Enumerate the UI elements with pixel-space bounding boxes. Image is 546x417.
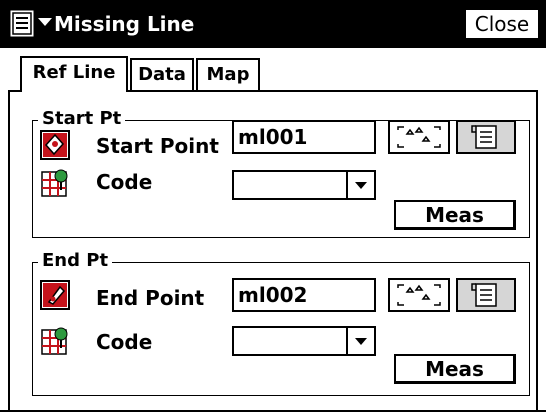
code-icon xyxy=(40,326,70,356)
end-point-group-title: End Pt xyxy=(38,252,113,270)
tab-map[interactable]: Map xyxy=(196,58,260,90)
window-title: Missing Line xyxy=(54,12,195,36)
chevron-down-icon[interactable] xyxy=(38,14,52,28)
point-icon xyxy=(40,130,70,160)
end-point-input[interactable]: ml002 xyxy=(232,278,376,312)
chevron-down-icon[interactable] xyxy=(346,172,374,198)
code-icon xyxy=(40,168,70,198)
end-code-label: Code xyxy=(96,330,153,354)
end-code-dropdown[interactable] xyxy=(232,326,376,356)
point-list-icon[interactable] xyxy=(456,120,516,154)
start-point-input[interactable]: ml001 xyxy=(232,120,376,154)
start-point-group-title: Start Pt xyxy=(38,110,126,128)
point-icon xyxy=(40,280,70,310)
start-code-label: Code xyxy=(96,170,153,194)
chevron-down-icon[interactable] xyxy=(346,328,374,354)
end-meas-button[interactable]: Meas xyxy=(394,354,516,384)
menu-icon[interactable] xyxy=(10,10,36,38)
select-points-icon[interactable] xyxy=(388,120,450,154)
close-button[interactable]: Close xyxy=(464,8,540,40)
end-point-label: End Point xyxy=(96,286,205,310)
start-meas-button[interactable]: Meas xyxy=(394,200,516,230)
bottom-divider xyxy=(0,410,546,412)
tab-ref-line[interactable]: Ref Line xyxy=(20,56,128,92)
point-list-icon[interactable] xyxy=(456,278,516,312)
start-code-dropdown[interactable] xyxy=(232,170,376,200)
start-point-label: Start Point xyxy=(96,134,219,158)
tab-data[interactable]: Data xyxy=(130,58,194,90)
select-points-icon[interactable] xyxy=(388,278,450,312)
